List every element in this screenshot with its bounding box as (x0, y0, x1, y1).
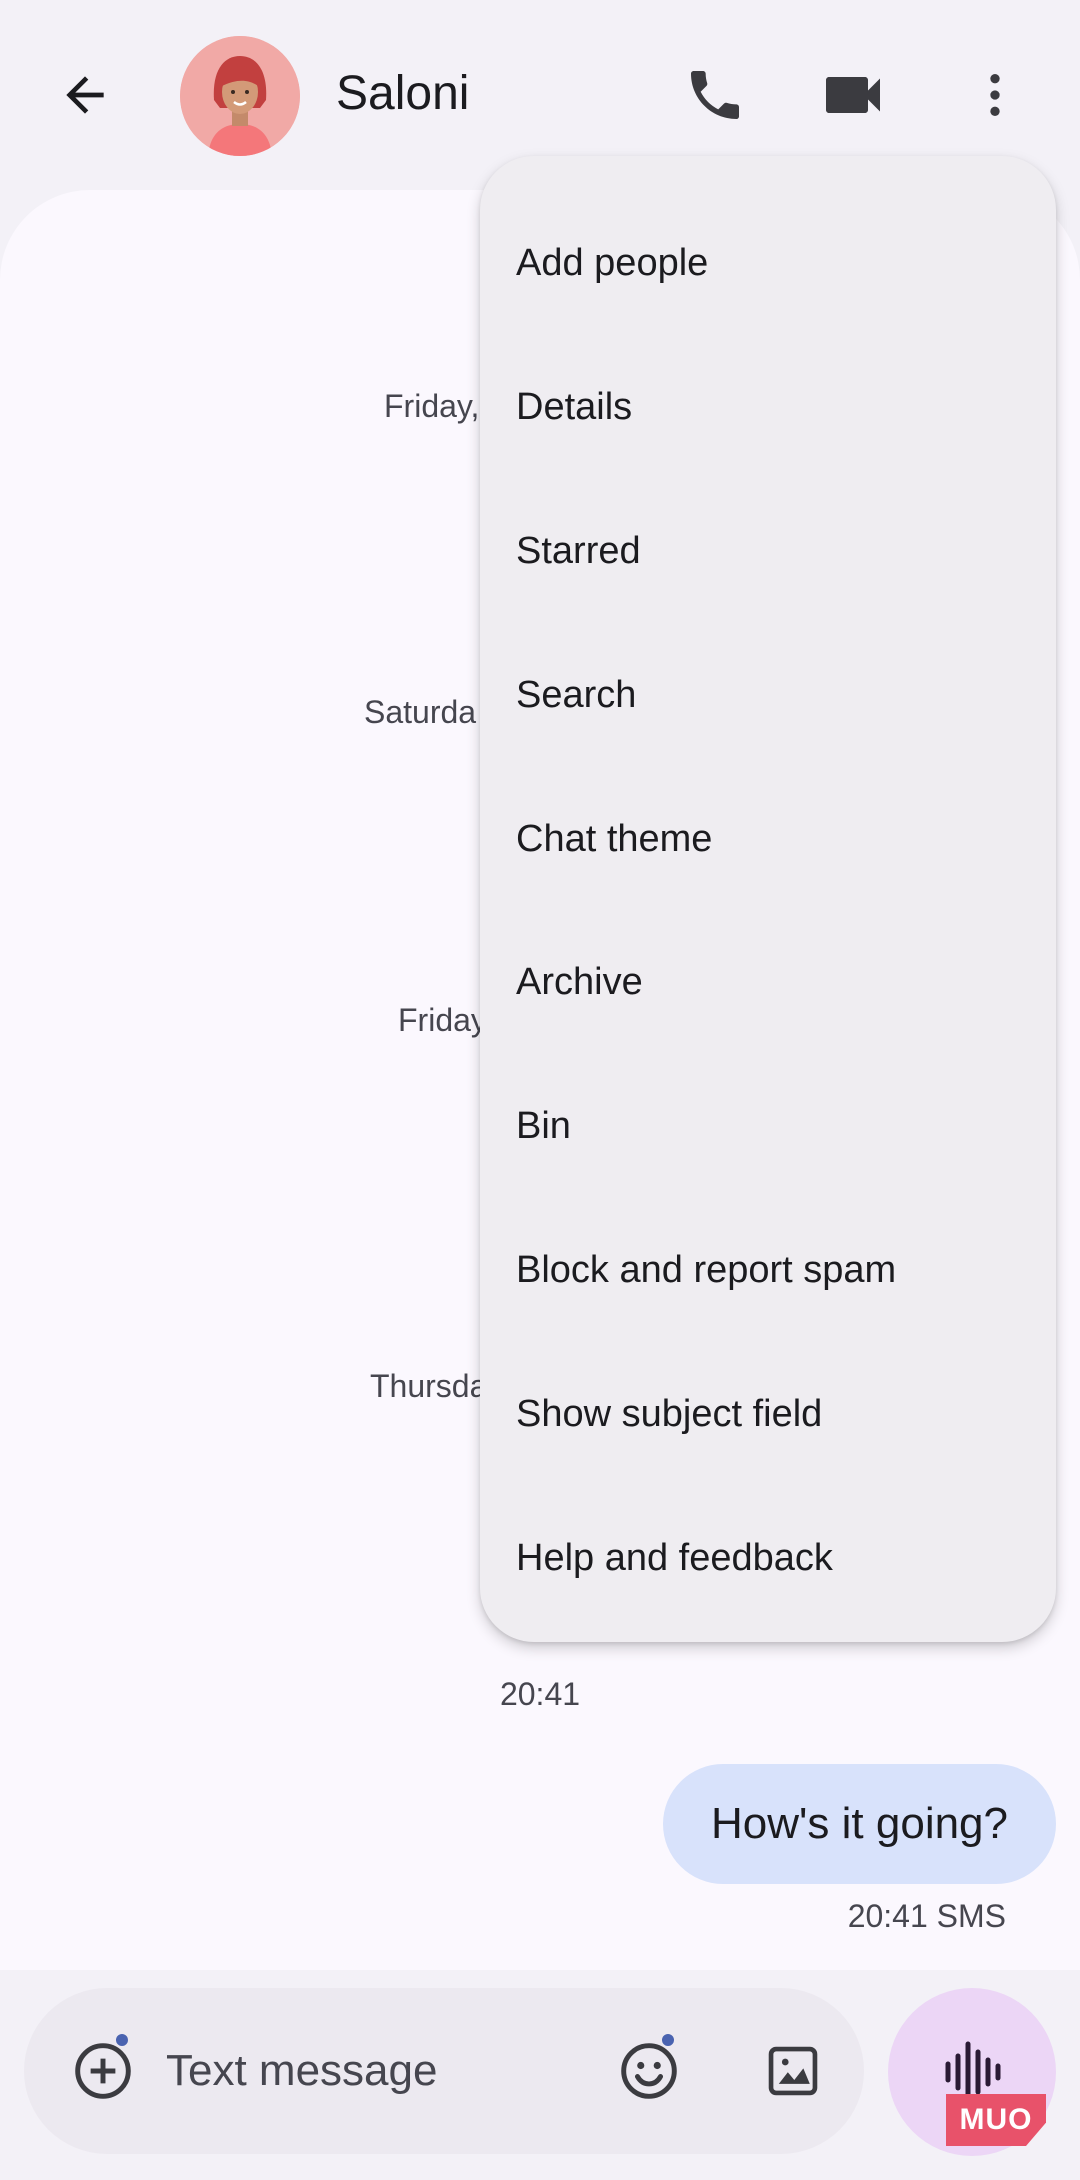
menu-item-archive[interactable]: Archive (480, 911, 1056, 1055)
date-separator: Saturda (364, 694, 477, 730)
message-composer (24, 1988, 864, 2154)
outgoing-message-bubble[interactable]: How's it going? (663, 1764, 1056, 1884)
date-separator: Friday (398, 1002, 487, 1038)
call-button[interactable] (670, 50, 760, 140)
emoji-icon (621, 2043, 677, 2099)
message-input[interactable] (166, 2036, 596, 2106)
video-call-button[interactable] (808, 50, 898, 140)
menu-item-search[interactable]: Search (480, 623, 1056, 767)
more-options-button[interactable] (950, 50, 1040, 140)
emoji-button[interactable] (606, 2028, 692, 2114)
time-separator: 20:41 (499, 1676, 581, 1712)
date-separator: Thursda (370, 1368, 488, 1404)
menu-item-block-report-spam[interactable]: Block and report spam (480, 1199, 1056, 1343)
overflow-menu: Add people Details Starred Search Chat t… (480, 156, 1056, 1642)
menu-item-show-subject-field[interactable]: Show subject field (480, 1342, 1056, 1486)
image-icon (768, 2046, 818, 2096)
back-arrow-icon (66, 76, 104, 114)
menu-item-chat-theme[interactable]: Chat theme (480, 767, 1056, 911)
contact-name[interactable]: Saloni (336, 66, 469, 121)
menu-item-bin[interactable]: Bin (480, 1055, 1056, 1199)
date-separator: Friday, (384, 388, 480, 424)
notification-dot (114, 2032, 130, 2048)
avatar[interactable] (180, 36, 300, 156)
more-vert-icon (990, 74, 1000, 116)
attach-button[interactable] (60, 2028, 146, 2114)
add-circle-icon (75, 2043, 131, 2099)
message-time: 20:41 (847, 1898, 928, 1934)
message-text: How's it going? (711, 1799, 1008, 1848)
person-avatar-icon (180, 36, 300, 156)
phone-icon (691, 71, 739, 119)
back-button[interactable] (40, 50, 130, 140)
notification-dot (660, 2032, 676, 2048)
menu-item-add-people[interactable]: Add people (480, 192, 1056, 336)
gallery-button[interactable] (750, 2028, 836, 2114)
menu-item-details[interactable]: Details (480, 336, 1056, 480)
watermark-logo: MUO (946, 2094, 1046, 2146)
message-meta: 20:41 SMS (848, 1898, 1006, 1935)
menu-item-help-feedback[interactable]: Help and feedback (480, 1486, 1056, 1630)
message-type: SMS (936, 1898, 1006, 1934)
video-camera-icon (826, 77, 880, 113)
menu-item-starred[interactable]: Starred (480, 480, 1056, 624)
